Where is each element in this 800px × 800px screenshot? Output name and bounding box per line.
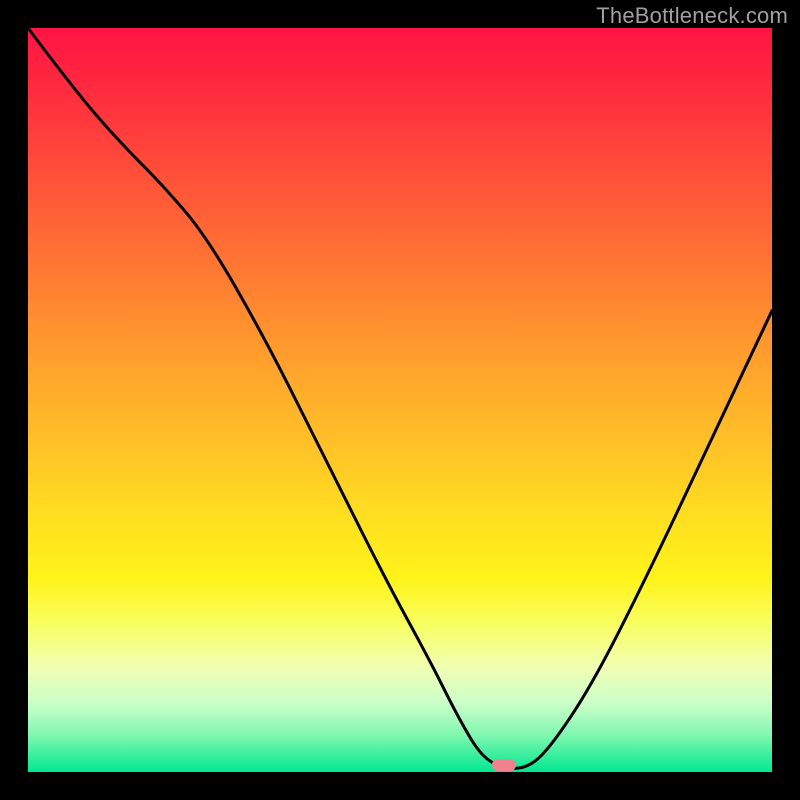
plot-area [28, 28, 772, 772]
watermark-text: TheBottleneck.com [596, 3, 788, 29]
bottleneck-curve [28, 28, 772, 772]
bottleneck-curve-path [28, 28, 772, 768]
optimum-marker [492, 759, 516, 771]
chart-frame: TheBottleneck.com [0, 0, 800, 800]
